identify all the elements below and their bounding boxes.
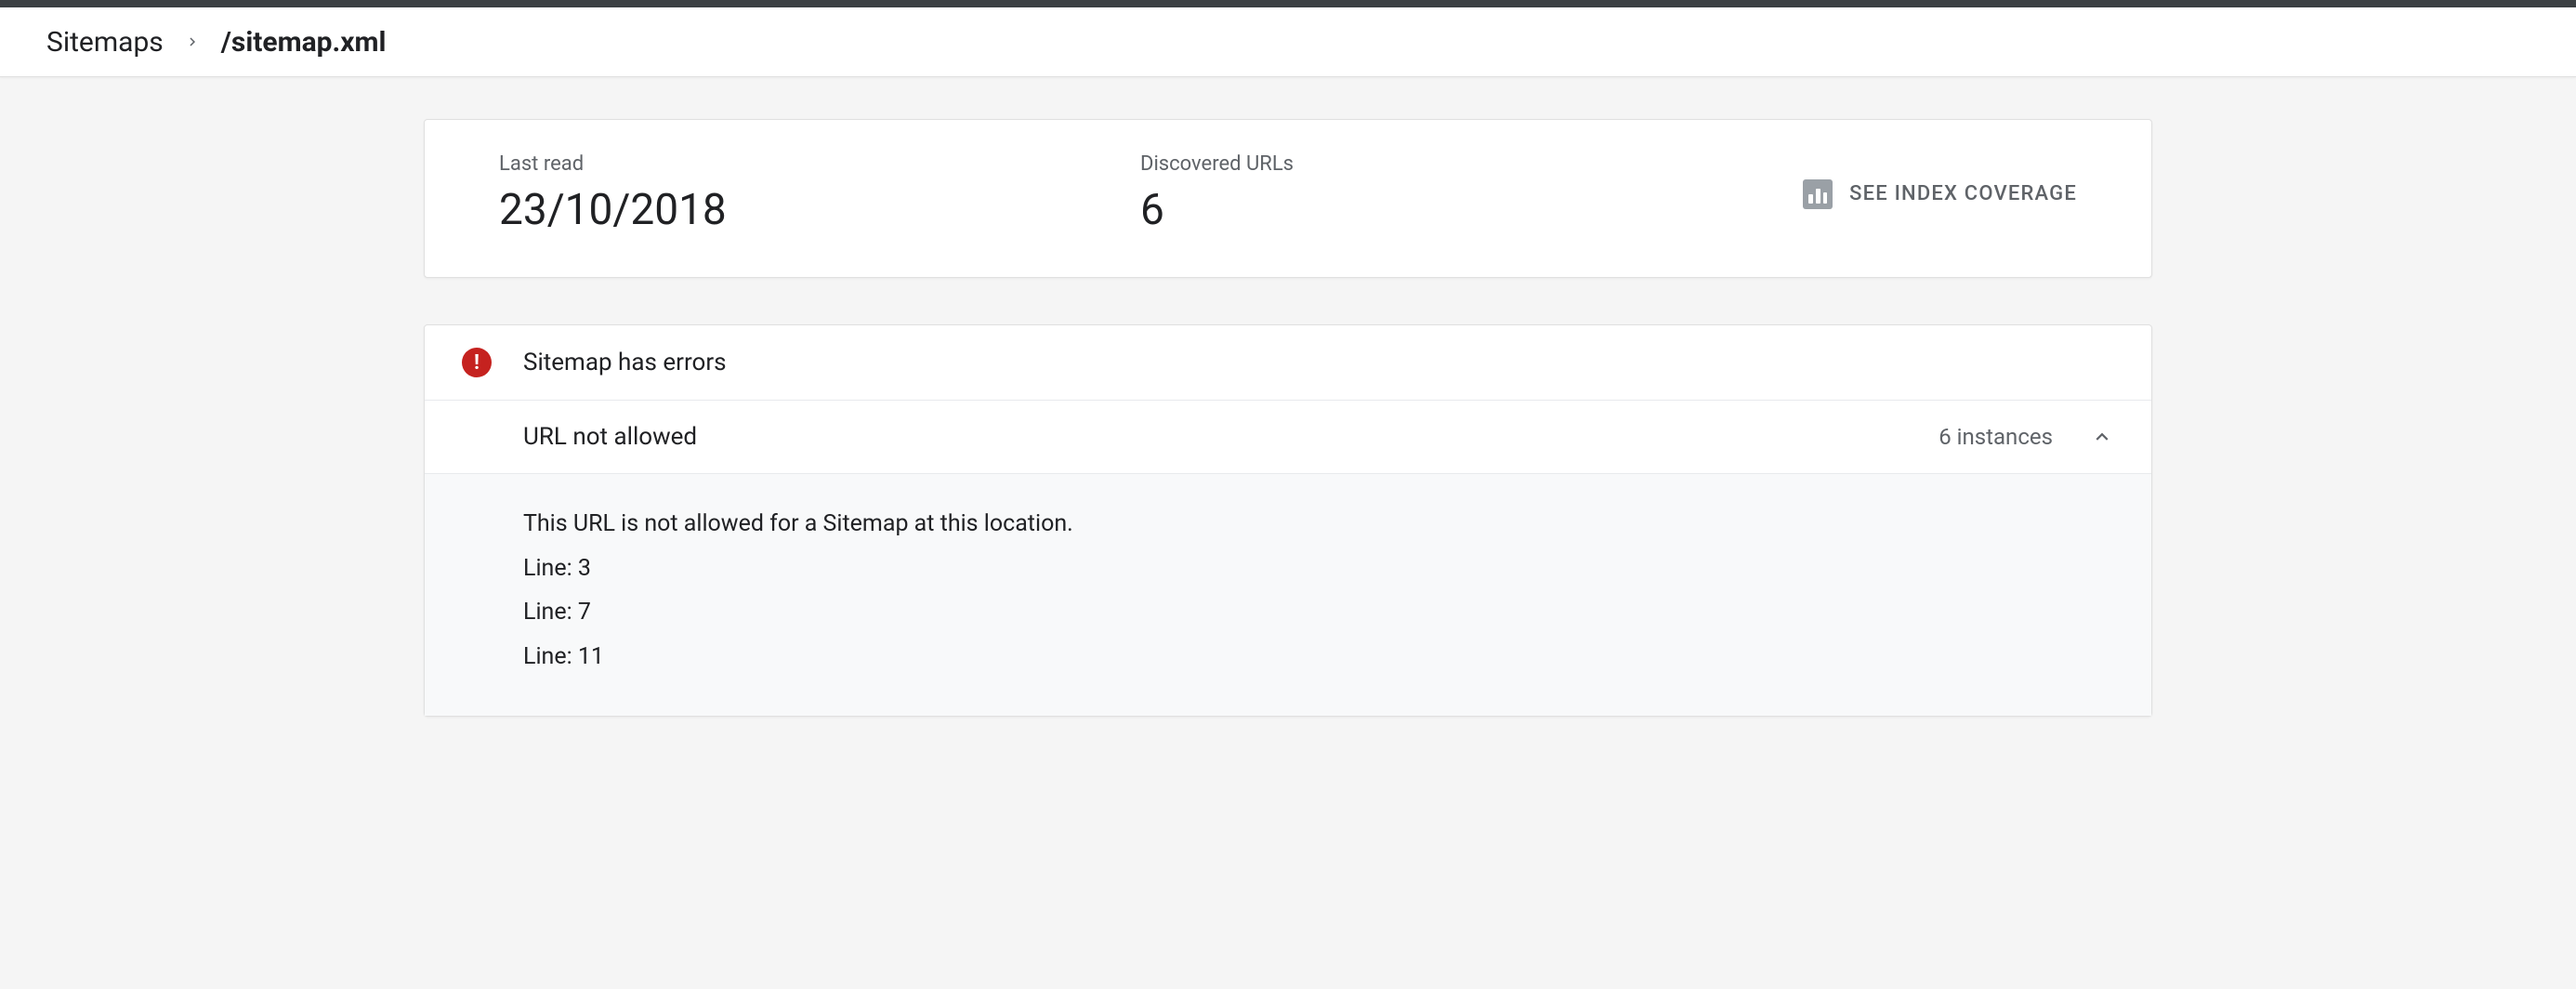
coverage-link-label: SEE INDEX COVERAGE	[1849, 182, 2077, 205]
errors-title: Sitemap has errors	[523, 349, 727, 376]
summary-card: Last read 23/10/2018 Discovered URLs 6 S…	[424, 119, 2152, 278]
error-detail-line: Line: 7	[523, 590, 2114, 635]
error-detail-line: This URL is not allowed for a Sitemap at…	[523, 502, 2114, 547]
last-read-block: Last read 23/10/2018	[499, 152, 1140, 235]
error-icon: !	[462, 348, 492, 377]
last-read-value: 23/10/2018	[499, 185, 1140, 235]
errors-card: ! Sitemap has errors URL not allowed 6 i…	[424, 324, 2152, 717]
breadcrumb-current: /sitemap.xml	[221, 26, 387, 59]
breadcrumb: Sitemaps /sitemap.xml	[0, 7, 2576, 77]
chevron-right-icon	[184, 33, 201, 50]
see-index-coverage-link[interactable]: SEE INDEX COVERAGE	[1803, 179, 2077, 209]
error-item-row[interactable]: URL not allowed 6 instances	[425, 401, 2151, 474]
errors-header: ! Sitemap has errors	[425, 325, 2151, 401]
breadcrumb-root-link[interactable]: Sitemaps	[46, 26, 164, 59]
discovered-urls-block: Discovered URLs 6	[1140, 152, 1803, 235]
error-detail-line: Line: 11	[523, 635, 2114, 679]
discovered-urls-label: Discovered URLs	[1140, 152, 1803, 176]
discovered-urls-value: 6	[1140, 185, 1803, 235]
error-item-name: URL not allowed	[523, 423, 1939, 451]
error-item-count: 6 instances	[1939, 424, 2053, 450]
top-stripe	[0, 0, 2576, 7]
error-detail-line: Line: 3	[523, 547, 2114, 591]
last-read-label: Last read	[499, 152, 1140, 176]
bar-chart-icon	[1803, 179, 1833, 209]
error-details-panel: This URL is not allowed for a Sitemap at…	[425, 474, 2151, 716]
content-area: Last read 23/10/2018 Discovered URLs 6 S…	[0, 77, 2576, 758]
chevron-up-icon	[2090, 425, 2114, 449]
